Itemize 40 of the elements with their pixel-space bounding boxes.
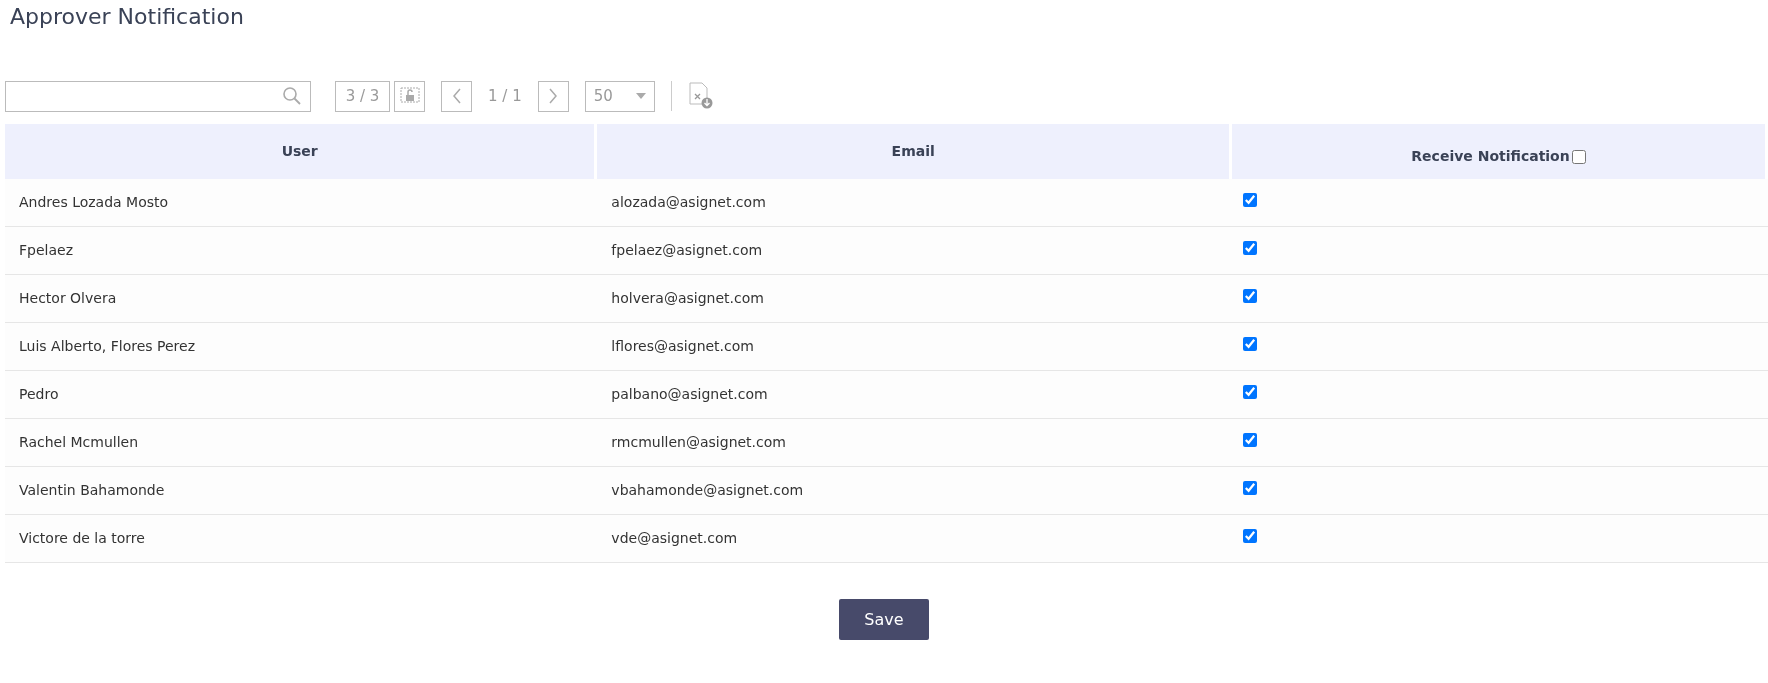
notification-checkbox[interactable] (1243, 289, 1258, 304)
user-name: Fpelaez (19, 242, 73, 259)
page-title: Approver Notification (10, 4, 245, 31)
email-address: alozada@asignet.com (611, 194, 766, 211)
notification-checkbox[interactable] (1243, 433, 1258, 448)
notification-checkbox[interactable] (1243, 337, 1258, 352)
save-button[interactable]: Save (839, 599, 929, 641)
email-address: palbano@asignet.com (611, 386, 768, 403)
email-address: lflores@asignet.com (611, 338, 754, 355)
user-name: Victore de la torre (19, 530, 145, 547)
caret-icon (635, 93, 646, 100)
email-address: vde@asignet.com (611, 530, 738, 547)
column-header: Email (891, 143, 935, 160)
page-indicator: 1 / 1 (488, 86, 522, 108)
chevron-left-icon (451, 88, 462, 105)
email-address: vbahamonde@asignet.com (611, 482, 804, 499)
column-header: Receive Notification (1411, 147, 1570, 167)
email-address: rmcmullen@asignet.com (611, 434, 786, 451)
notification-checkbox[interactable] (1243, 385, 1258, 400)
email-address: holvera@asignet.com (611, 290, 764, 307)
unlock-button[interactable] (394, 80, 425, 112)
user-name: Hector Olvera (19, 290, 117, 307)
chevron-right-icon (548, 88, 559, 105)
notification-checkbox[interactable] (1243, 529, 1258, 544)
column-header: User (281, 143, 318, 160)
email-address: fpelaez@asignet.com (611, 242, 763, 259)
user-name: Andres Lozada Mosto (19, 194, 169, 211)
user-name: Pedro (19, 386, 59, 403)
user-name: Rachel Mcmullen (19, 434, 139, 451)
search-field[interactable] (5, 80, 311, 112)
notification-checkbox[interactable] (1243, 241, 1258, 256)
search-icon (282, 86, 302, 107)
user-name: Valentin Bahamonde (19, 482, 165, 499)
user-name: Luis Alberto, Flores Perez (19, 338, 196, 355)
notification-checkbox[interactable] (1243, 193, 1258, 208)
export-file-icon[interactable] (687, 82, 714, 111)
unlock-icon (399, 87, 420, 106)
select-all-checkbox[interactable] (1571, 149, 1586, 164)
record-count: 3 / 3 (335, 80, 390, 112)
notification-checkbox[interactable] (1243, 481, 1258, 496)
